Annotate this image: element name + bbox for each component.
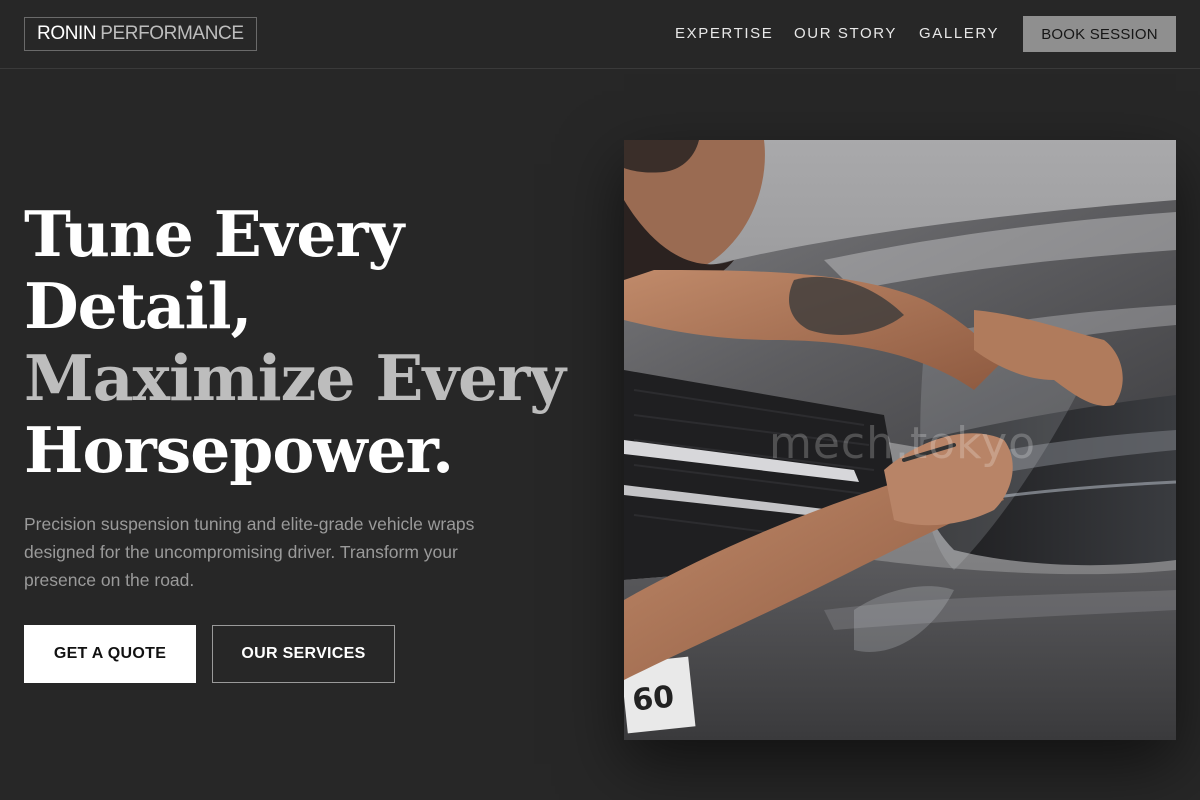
logo-primary-text: RONIN	[37, 23, 97, 44]
hero-photo-car-wrap: 60 mech.tokyo	[624, 140, 1176, 740]
nav-link-gallery[interactable]: GALLERY	[919, 25, 999, 42]
site-header: RONIN PERFORMANCE EXPERTISE OUR STORY GA…	[0, 0, 1200, 69]
nav-link-expertise[interactable]: EXPERTISE	[675, 25, 773, 42]
brand-logo[interactable]: RONIN PERFORMANCE	[24, 17, 257, 51]
image-watermark: mech.tokyo	[769, 418, 1037, 469]
book-session-button[interactable]: BOOK SESSION	[1023, 16, 1176, 52]
license-plate-text: 60	[631, 679, 676, 718]
our-services-button[interactable]: OUR SERVICES	[212, 625, 395, 683]
logo-secondary-text: PERFORMANCE	[100, 23, 244, 44]
get-quote-button[interactable]: GET A QUOTE	[24, 625, 196, 683]
headline-line-1: Tune Every	[24, 197, 404, 271]
hero-headline: Tune Every Detail, Maximize Every Horsep…	[24, 198, 604, 486]
nav-link-our-story[interactable]: OUR STORY	[794, 25, 897, 42]
hero-subtext: Precision suspension tuning and elite-gr…	[24, 514, 475, 590]
headline-line-2: Detail,	[24, 269, 252, 343]
headline-line-3: Maximize Every	[24, 341, 566, 415]
headline-line-4: Horsepower.	[24, 413, 454, 487]
